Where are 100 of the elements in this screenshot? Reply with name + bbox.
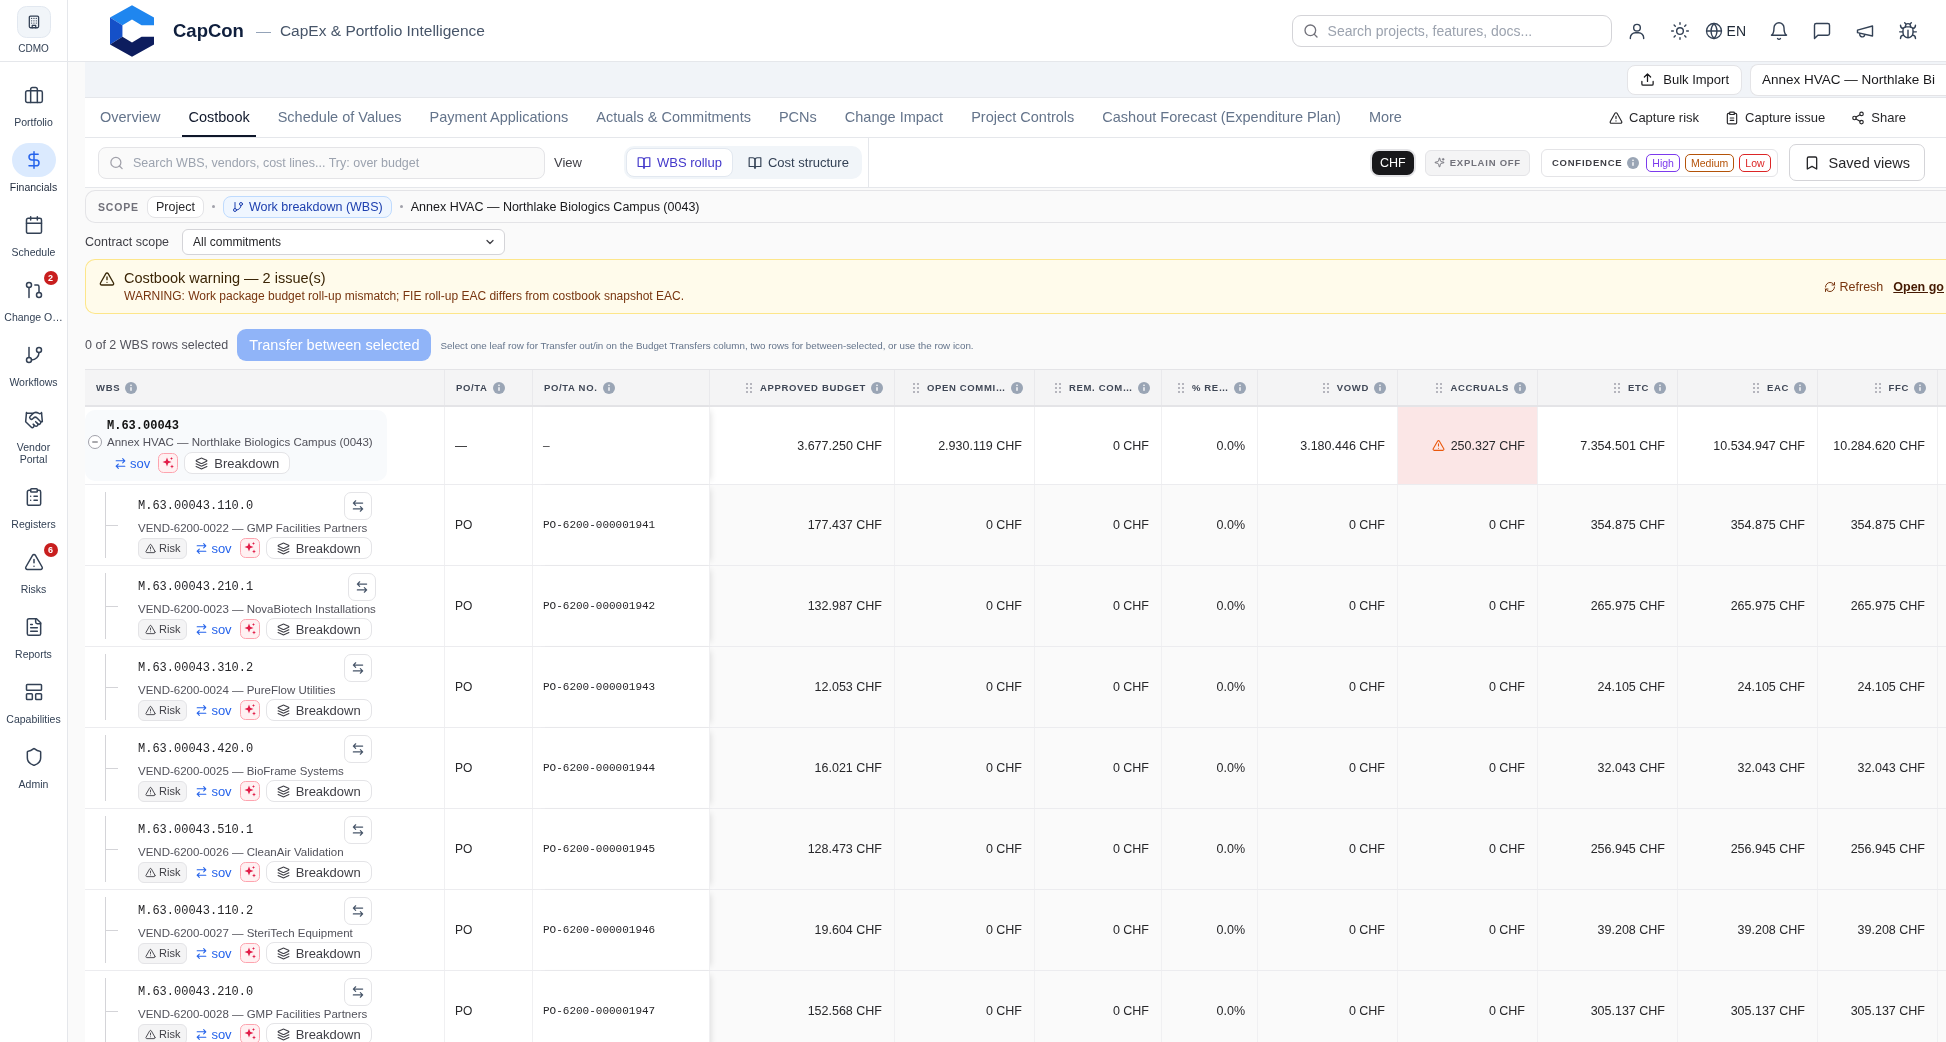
refresh-button[interactable]: Refresh (1823, 279, 1884, 294)
risk-button[interactable]: Risk (138, 618, 188, 640)
sov-link[interactable]: sov (195, 621, 232, 637)
project-selector[interactable]: Annex HVAC — Northlake Bi (1750, 63, 1946, 96)
view-option[interactable]: WBS rollup (625, 148, 733, 177)
tab[interactable]: PCNs (772, 98, 823, 137)
info-icon[interactable] (492, 381, 505, 394)
info-icon[interactable] (1794, 381, 1806, 394)
sov-link[interactable]: sov (195, 540, 232, 556)
column-header[interactable]: PO/TA (445, 370, 533, 405)
column-header[interactable]: VOWD (1258, 370, 1398, 405)
sidebar-item[interactable]: Capabilities (1, 675, 66, 725)
drag-handle-icon[interactable] (1874, 382, 1881, 393)
sidebar-item[interactable]: Vendor Portal (1, 403, 66, 465)
language-button[interactable]: EN (1704, 21, 1746, 40)
risk-button[interactable]: Risk (138, 942, 188, 964)
scope-chip[interactable]: Work breakdown (WBS) (222, 195, 392, 218)
drag-handle-icon[interactable] (1614, 382, 1620, 393)
info-icon[interactable] (1374, 381, 1386, 394)
search-field[interactable]: Search WBS, vendors, cost lines... Try: over budget (98, 146, 545, 179)
info-icon[interactable] (871, 381, 883, 394)
tab[interactable]: Cashout Forecast (Expenditure Plan) (1096, 98, 1347, 137)
tab[interactable]: Schedule of Values (271, 98, 408, 137)
risk-button[interactable]: Risk (138, 699, 188, 721)
column-header[interactable]: APPROVED BUDGET (710, 370, 895, 405)
row-transfer-button[interactable] (343, 977, 372, 1006)
drag-handle-icon[interactable] (1436, 382, 1443, 393)
search-field[interactable]: Search projects, features, docs... (1291, 14, 1612, 47)
share-button[interactable]: Share (1851, 110, 1906, 125)
drag-handle-icon[interactable] (1054, 382, 1061, 393)
tab[interactable]: Payment Applications (423, 98, 575, 137)
info-icon[interactable] (1234, 381, 1246, 394)
row-transfer-button[interactable] (343, 896, 372, 925)
tab[interactable]: Actuals & Commitments (590, 98, 757, 137)
column-header[interactable]: ACCRUALS (1398, 370, 1538, 405)
info-icon[interactable] (1138, 381, 1150, 394)
tab[interactable]: Project Controls (965, 98, 1081, 137)
risk-button[interactable]: Risk (138, 780, 188, 802)
row-transfer-button[interactable] (343, 734, 372, 763)
tab[interactable]: Change Impact (838, 98, 950, 137)
info-icon[interactable] (602, 381, 615, 394)
sun-icon[interactable] (1669, 20, 1690, 41)
open-link[interactable]: Open go (1893, 279, 1944, 294)
info-icon[interactable] (125, 381, 138, 394)
sov-link[interactable]: sov (195, 1026, 232, 1042)
tab[interactable]: More (1362, 98, 1408, 137)
drag-handle-icon[interactable] (912, 382, 919, 393)
sov-link[interactable]: sov (195, 945, 232, 961)
sparkle-icon[interactable] (239, 1024, 260, 1042)
sidebar-item[interactable]: Reports (1, 610, 66, 660)
sov-link[interactable]: sov (195, 702, 232, 718)
risk-button[interactable]: Risk (138, 537, 188, 559)
sparkle-icon[interactable] (239, 700, 260, 720)
view-option[interactable]: Cost structure (737, 148, 860, 177)
sidebar-item[interactable]: Registers (1, 480, 66, 530)
scope-chip[interactable]: Project (146, 195, 204, 218)
sov-link[interactable]: sov (195, 864, 232, 880)
breakdown-button[interactable]: Breakdown (265, 1023, 372, 1042)
currency-button[interactable]: CHF (1372, 150, 1414, 175)
column-header[interactable]: FFC (1818, 370, 1938, 405)
breakdown-button[interactable]: Breakdown (184, 452, 291, 474)
info-icon[interactable] (1627, 156, 1640, 169)
row-transfer-button[interactable] (343, 491, 372, 520)
drag-handle-icon[interactable] (1177, 382, 1184, 393)
breakdown-button[interactable]: Breakdown (265, 861, 372, 883)
breakdown-button[interactable]: Breakdown (265, 618, 372, 640)
explain-toggle[interactable]: EXPLAIN OFF (1424, 149, 1530, 176)
column-header[interactable]: EAC (1678, 370, 1818, 405)
tab[interactable]: Overview (94, 98, 167, 137)
capture-issue-button[interactable]: Capture issue (1725, 110, 1826, 125)
sidebar-item[interactable]: Workflows (1, 338, 66, 388)
chat-icon[interactable] (1812, 20, 1832, 41)
info-icon[interactable] (1914, 381, 1926, 394)
column-header[interactable]: % RE… (1162, 370, 1258, 405)
column-header[interactable]: WBS (85, 370, 445, 405)
sparkle-icon[interactable] (239, 538, 260, 558)
drag-handle-icon[interactable] (1322, 382, 1329, 393)
sov-link[interactable]: sov (114, 455, 151, 471)
row-transfer-button[interactable] (343, 653, 372, 682)
drag-handle-icon[interactable] (1752, 382, 1759, 393)
contract-scope-dropdown[interactable]: All commitments (182, 229, 506, 255)
bulk-import-button[interactable]: Bulk Import (1627, 64, 1742, 95)
column-header[interactable]: ETC (1538, 370, 1678, 405)
collapse-button[interactable] (88, 434, 102, 449)
column-header[interactable]: PO/TA NO. (533, 370, 710, 405)
risk-button[interactable]: Risk (138, 1023, 188, 1042)
sidebar-item[interactable]: Financials (1, 143, 66, 193)
sov-link[interactable]: sov (195, 783, 232, 799)
bell-icon[interactable] (1769, 20, 1789, 41)
column-header[interactable]: REM. COM… (1035, 370, 1162, 405)
capture-risk-button[interactable]: Capture risk (1609, 110, 1700, 125)
sidebar-item[interactable]: Portfolio (1, 78, 66, 128)
row-transfer-button[interactable] (347, 572, 376, 601)
column-header[interactable]: OPEN COMMI… (895, 370, 1035, 405)
sidebar-item[interactable]: Admin (1, 740, 66, 790)
info-icon[interactable] (1654, 381, 1666, 394)
sparkle-icon[interactable] (239, 862, 260, 882)
breakdown-button[interactable]: Breakdown (265, 942, 372, 964)
sparkle-icon[interactable] (239, 943, 260, 963)
row-transfer-button[interactable] (343, 815, 372, 844)
